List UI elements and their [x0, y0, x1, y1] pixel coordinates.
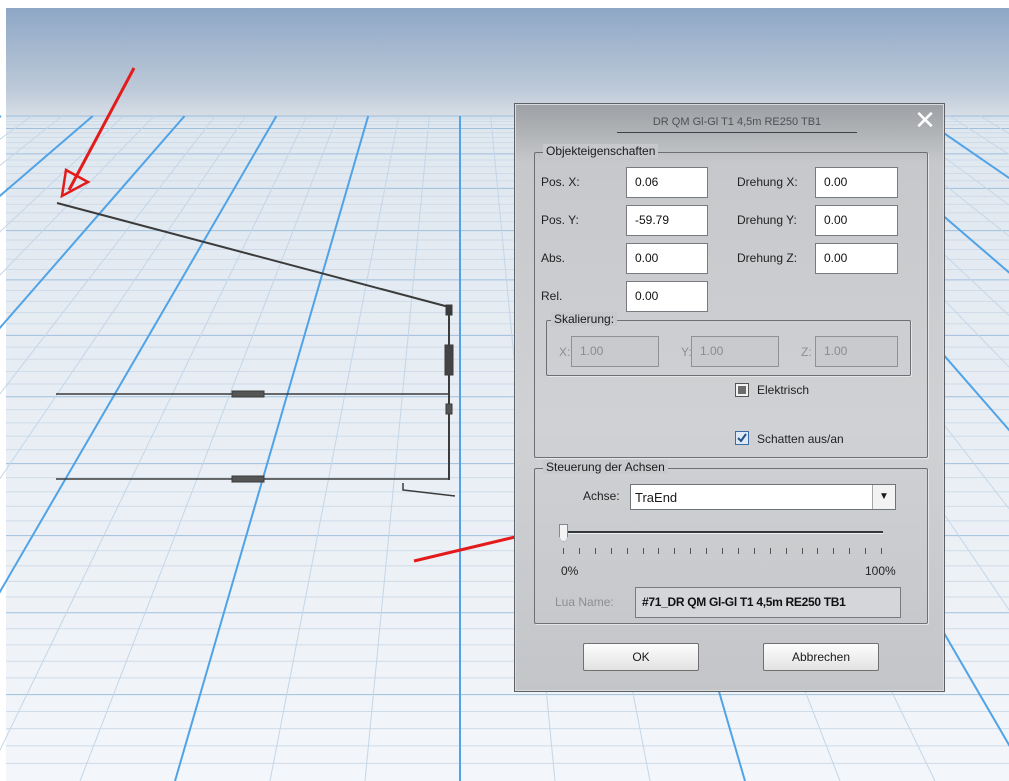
- scale-z-field: 1.00: [815, 336, 898, 367]
- rotation-y-field[interactable]: 0.00: [815, 205, 898, 236]
- rel-label: Rel.: [541, 289, 563, 303]
- slider-tick: [610, 548, 612, 554]
- slider-tick: [626, 548, 628, 554]
- scale-x-field: 1.00: [571, 336, 659, 367]
- object-properties-dialog: DR QM Gl-Gl T1 4,5m RE250 TB1 ✕ Objektei…: [514, 103, 945, 692]
- shadow-label: Schatten aus/an: [757, 432, 844, 446]
- ok-button[interactable]: OK: [583, 643, 699, 671]
- pos-y-label: Pos. Y:: [541, 213, 579, 227]
- properties-group-label: Objekteigenschaften: [543, 144, 659, 158]
- slider-tick: [881, 548, 882, 554]
- rotation-x-label: Drehung X:: [737, 175, 798, 189]
- slider-tick: [658, 548, 660, 554]
- slider-tick: [785, 548, 787, 554]
- lua-name-label: Lua Name:: [555, 595, 614, 609]
- close-icon[interactable]: ✕: [914, 107, 936, 133]
- slider-tick: [722, 548, 723, 554]
- pos-y-field[interactable]: -59.79: [626, 205, 708, 236]
- slider-tick: [690, 548, 692, 554]
- shadow-checkbox[interactable]: [735, 431, 749, 445]
- slider-tick: [594, 548, 596, 554]
- scale-z-label: Z:: [801, 345, 812, 359]
- sky: [6, 8, 1009, 116]
- abs-field[interactable]: 0.00: [626, 243, 708, 274]
- rotation-z-label: Drehung Z:: [737, 251, 798, 265]
- slider-tick: [642, 548, 644, 554]
- axes-group-label: Steuerung der Achsen: [543, 460, 668, 474]
- slider-min-label: 0%: [561, 564, 579, 578]
- slider-tick: [833, 548, 835, 554]
- cancel-button[interactable]: Abbrechen: [763, 643, 879, 671]
- slider-tick: [769, 548, 771, 554]
- slider-tick: [706, 548, 708, 554]
- rel-field[interactable]: 0.00: [626, 281, 708, 312]
- slider-max-label: 100%: [865, 564, 896, 578]
- scale-y-field: 1.00: [691, 336, 779, 367]
- scaling-group-label: Skalierung:: [551, 312, 618, 326]
- elektrisch-label: Elektrisch: [757, 383, 810, 397]
- lua-name-field[interactable]: #71_DR QM Gl-Gl T1 4,5m RE250 TB1: [635, 587, 901, 618]
- rotation-x-field[interactable]: 0.00: [815, 167, 898, 198]
- dialog-title: DR QM Gl-Gl T1 4,5m RE250 TB1: [617, 116, 857, 133]
- axis-select[interactable]: TraEnd ▼: [630, 484, 896, 510]
- slider-tick: [753, 548, 755, 554]
- slider-tick: [563, 548, 564, 554]
- checkmark-icon: [737, 433, 747, 443]
- rotation-y-label: Drehung Y:: [737, 213, 797, 227]
- slider-tick: [674, 548, 676, 554]
- slider-tick: [865, 548, 867, 554]
- slider-tick: [817, 548, 819, 554]
- pos-x-field[interactable]: 0.06: [626, 167, 708, 198]
- slider-tick: [849, 548, 851, 554]
- elektrisch-checkbox[interactable]: [735, 383, 749, 397]
- slider-tick: [737, 548, 739, 554]
- scale-x-label: X:: [559, 345, 571, 359]
- slider-tick: [801, 548, 803, 554]
- pos-x-label: Pos. X:: [541, 175, 580, 189]
- abs-label: Abs.: [541, 251, 566, 265]
- axis-label: Achse:: [583, 489, 620, 503]
- chevron-down-icon[interactable]: ▼: [872, 485, 895, 509]
- rotation-z-field[interactable]: 0.00: [815, 243, 898, 274]
- axis-select-value: TraEnd: [635, 490, 678, 505]
- slider-tick: [578, 548, 580, 554]
- axis-slider-track[interactable]: [561, 531, 883, 534]
